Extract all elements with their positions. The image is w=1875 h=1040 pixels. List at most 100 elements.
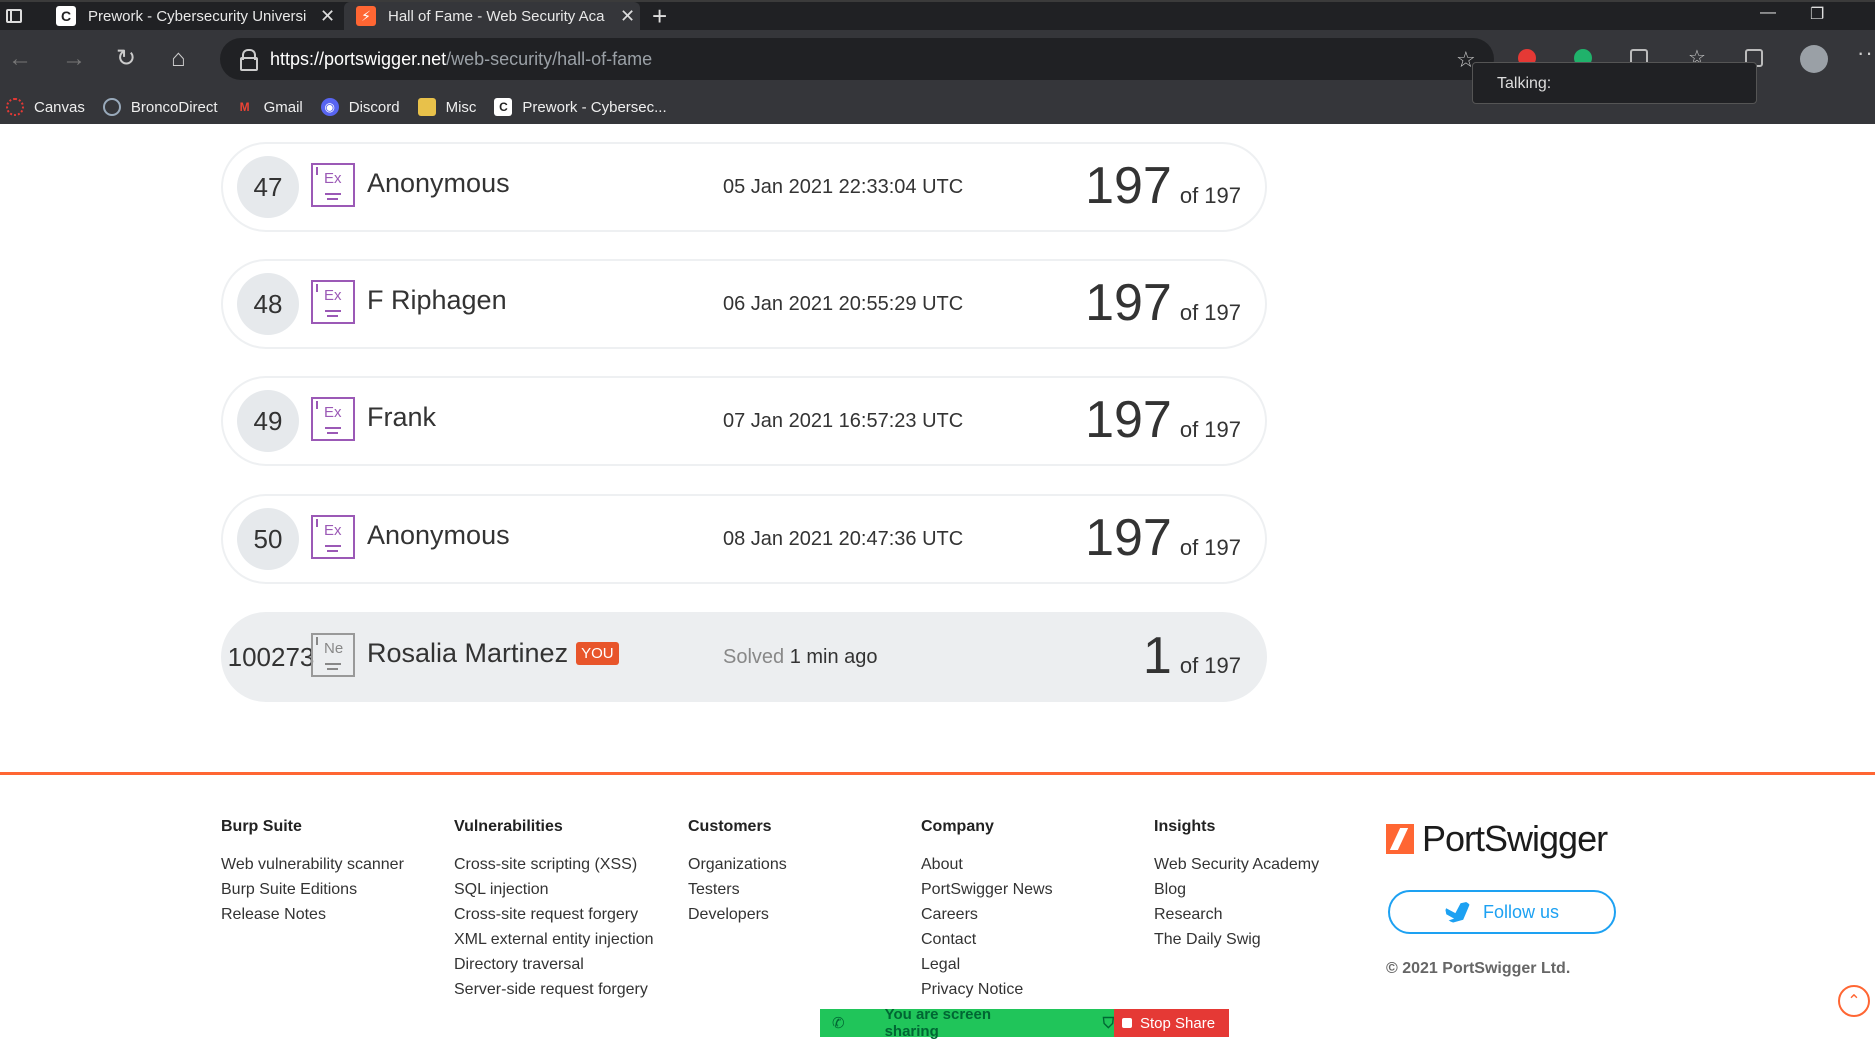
footer-link[interactable]: Contact xyxy=(921,931,1053,949)
bookmark-misc[interactable]: Misc xyxy=(417,98,477,116)
minimize-icon[interactable]: — xyxy=(1760,4,1776,22)
footer-link[interactable]: Organizations xyxy=(688,856,787,874)
footer-heading: Insights xyxy=(1154,818,1216,835)
bookmark-broncodirect[interactable]: BroncoDirect xyxy=(102,98,218,116)
discord-icon: ◉ xyxy=(320,98,339,116)
score: 197 of 197 xyxy=(1085,509,1241,567)
portswigger-logo-icon xyxy=(1386,824,1414,854)
footer-link[interactable]: SQL injection xyxy=(454,881,654,899)
more-menu-icon[interactable]: ··· xyxy=(1857,40,1875,66)
portswigger-logo[interactable]: PortSwigger xyxy=(1386,818,1608,860)
bookmark-gmail[interactable]: M Gmail xyxy=(236,98,303,116)
tab-actions-icon[interactable] xyxy=(6,9,22,23)
footer-link[interactable]: Web vulnerability scanner xyxy=(221,856,404,874)
level-badge: Ex xyxy=(311,163,355,207)
footer-heading: Vulnerabilities xyxy=(454,818,563,835)
bookmark-label: Canvas xyxy=(34,98,85,116)
close-tab-icon[interactable]: ✕ xyxy=(620,6,635,27)
url-path: /web-security/hall-of-fame xyxy=(446,48,653,69)
footer-link[interactable]: Careers xyxy=(921,906,1053,924)
footer-link[interactable]: Server-side request forgery xyxy=(454,981,654,999)
favorites-icon[interactable]: ☆ xyxy=(1688,45,1706,69)
footer-divider xyxy=(0,772,1875,775)
footer-link[interactable]: Developers xyxy=(688,906,787,924)
stop-share-button[interactable]: Stop Share xyxy=(1114,1009,1229,1037)
footer-heading: Burp Suite xyxy=(221,818,302,835)
footer-link[interactable]: Release Notes xyxy=(221,906,404,924)
footer-link[interactable]: Cross-site request forgery xyxy=(454,906,654,924)
rank-number: 100273 xyxy=(227,641,315,672)
folder-icon xyxy=(417,98,436,116)
leaderboard-row: 49 Ex Frank 07 Jan 2021 16:57:23 UTC 197… xyxy=(221,376,1267,466)
rank-number: 47 xyxy=(237,156,299,218)
shield-icon: ⛉ xyxy=(1102,1014,1114,1032)
footer-link[interactable]: Privacy Notice xyxy=(921,981,1053,999)
level-badge: Ex xyxy=(311,280,355,324)
twitter-icon xyxy=(1444,901,1471,923)
codepath-favicon-icon: C xyxy=(56,6,76,26)
current-user-row: 100273 Ne Rosalia Martinez YOU Solved 1 m… xyxy=(221,612,1267,702)
bookmark-discord[interactable]: ◉ Discord xyxy=(320,98,400,116)
footer-link[interactable]: Testers xyxy=(688,881,787,899)
footer-link[interactable]: The Daily Swig xyxy=(1154,931,1319,949)
restore-icon[interactable]: ❐ xyxy=(1810,4,1824,24)
talking-popup: Talking: xyxy=(1472,62,1757,104)
completion-date: 08 Jan 2021 20:47:36 UTC xyxy=(723,528,964,550)
lock-icon[interactable] xyxy=(240,49,258,71)
footer-link[interactable]: About xyxy=(921,856,1053,874)
tab-title: Prework - Cybersecurity Universi xyxy=(88,7,307,25)
close-tab-icon[interactable]: ✕ xyxy=(320,6,335,27)
footer-link[interactable]: Legal xyxy=(921,956,1053,974)
forward-icon[interactable]: → xyxy=(62,44,86,74)
tab-prework[interactable]: C Prework - Cybersecurity Universi ✕ xyxy=(44,2,340,30)
copyright: © 2021 PortSwigger Ltd. xyxy=(1386,960,1571,977)
scroll-to-top-icon[interactable]: ⌃ xyxy=(1838,985,1870,1017)
broncodirect-icon xyxy=(102,98,121,116)
follow-us-button[interactable]: Follow us xyxy=(1388,890,1616,934)
url-field[interactable]: https://portswigger.net/web-security/hal… xyxy=(220,38,1494,80)
level-badge: Ex xyxy=(311,397,355,441)
footer-link[interactable]: PortSwigger News xyxy=(921,881,1053,899)
bookmark-label: Discord xyxy=(348,98,400,116)
new-tab-icon[interactable]: + xyxy=(652,3,667,29)
screen-share-status[interactable]: ✆ You are screen sharing ⛉ xyxy=(820,1006,1114,1040)
back-icon[interactable]: ← xyxy=(8,44,32,74)
you-badge: YOU xyxy=(576,642,619,665)
footer-column: Customers Organizations Testers Developers xyxy=(688,818,787,931)
footer-heading: Customers xyxy=(688,818,772,835)
completion-date: 07 Jan 2021 16:57:23 UTC xyxy=(723,410,964,432)
tab-hall-of-fame[interactable]: ⚡ Hall of Fame - Web Security Aca ✕ xyxy=(344,2,640,30)
talking-label: Talking: xyxy=(1497,75,1552,92)
bookmark-canvas[interactable]: Canvas xyxy=(6,98,85,116)
bookmark-label: Misc xyxy=(445,98,477,116)
rank-number: 49 xyxy=(237,390,299,452)
codepath-icon: C xyxy=(494,98,513,116)
level-badge: Ex xyxy=(311,515,355,559)
footer-link[interactable]: Blog xyxy=(1154,881,1319,899)
brand-name: PortSwigger xyxy=(1422,818,1608,859)
bookmark-prework[interactable]: C Prework - Cybersec... xyxy=(494,98,667,116)
score: 197 of 197 xyxy=(1085,391,1241,449)
footer-column: Insights Web Security Academy Blog Research… xyxy=(1154,818,1319,956)
home-icon[interactable]: ⌂ xyxy=(171,44,186,74)
canvas-icon xyxy=(6,98,24,116)
user-name: F Riphagen xyxy=(367,285,507,315)
completion-date: 05 Jan 2021 22:33:04 UTC xyxy=(723,176,964,198)
portswigger-favicon-icon: ⚡ xyxy=(356,6,376,26)
footer-link[interactable]: Directory traversal xyxy=(454,956,654,974)
bookmark-label: Gmail xyxy=(263,98,303,116)
rank-number: 50 xyxy=(237,508,299,570)
footer-link[interactable]: Burp Suite Editions xyxy=(221,881,404,899)
user-name: Frank xyxy=(367,402,437,432)
footer-link[interactable]: XML external entity injection xyxy=(454,931,654,949)
footer-link[interactable]: Research xyxy=(1154,906,1319,924)
score: 197 of 197 xyxy=(1085,157,1241,215)
footer-link[interactable]: Cross-site scripting (XSS) xyxy=(454,856,654,874)
bookmark-label: Prework - Cybersec... xyxy=(522,98,667,116)
leaderboard-row: 47 Ex Anonymous 05 Jan 2021 22:33:04 UTC… xyxy=(221,142,1267,232)
user-name: Rosalia Martinez YOU xyxy=(367,638,619,669)
profile-avatar[interactable] xyxy=(1800,45,1828,73)
footer-link[interactable]: Web Security Academy xyxy=(1154,856,1319,874)
score: 1 of 197 xyxy=(1142,627,1241,685)
reload-icon[interactable]: ↻ xyxy=(116,44,136,74)
